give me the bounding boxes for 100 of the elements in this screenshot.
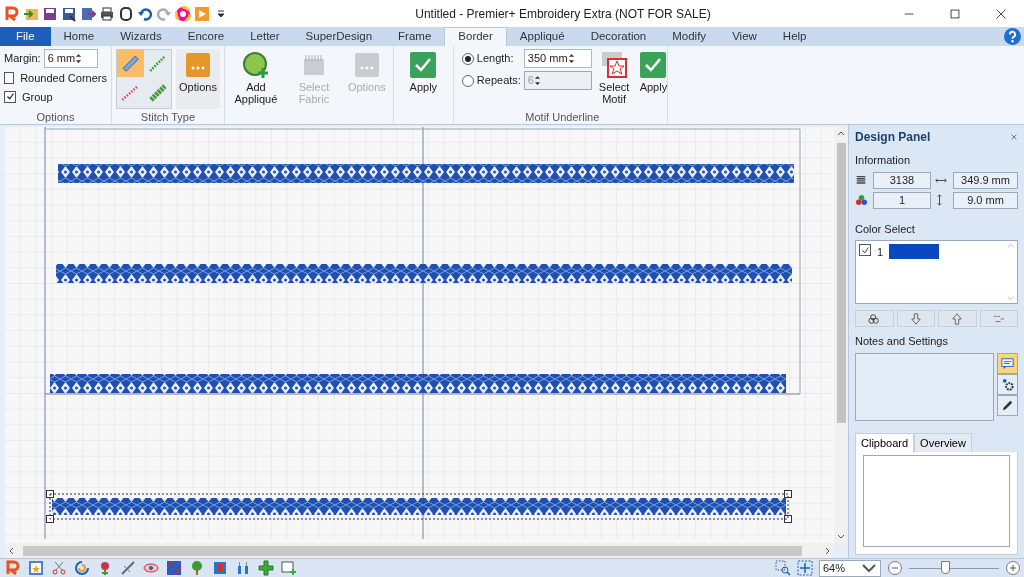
panel-tab[interactable]: Clipboard [855, 432, 915, 452]
close-icon[interactable] [1010, 133, 1018, 141]
checkmark-icon [5, 92, 15, 102]
margin-field[interactable]: 6 mm [43, 49, 98, 68]
color-number: 1 [877, 245, 884, 260]
more-options-icon [183, 51, 212, 79]
design-height: 9.0 mm [953, 191, 1018, 209]
ribbon-tab[interactable]: Wizards [107, 27, 175, 46]
height-arrow-icon [935, 194, 944, 206]
vertical-scrollbar[interactable] [834, 127, 848, 543]
section-label: Notes and Settings [855, 334, 949, 349]
spin-arrows-icon[interactable] [75, 53, 83, 64]
color-tool-button[interactable] [979, 310, 1018, 327]
radio-label: Repeats: [476, 73, 521, 89]
radio-button[interactable] [461, 52, 474, 65]
stitch-type-button[interactable] [117, 50, 144, 77]
notes-icon[interactable] [1000, 355, 1015, 371]
zoom-in-icon[interactable] [1005, 560, 1021, 576]
apply-button[interactable]: Apply [636, 49, 671, 109]
add-applique-icon [241, 51, 270, 79]
color-list[interactable]: 1 [855, 240, 1018, 304]
radio-button[interactable] [461, 74, 474, 87]
eye-icon[interactable] [143, 560, 159, 576]
settings-icon[interactable] [1000, 376, 1015, 392]
help-icon[interactable] [1004, 28, 1021, 45]
color-tool-button[interactable] [855, 310, 894, 327]
ribbon-tab[interactable]: Letter [237, 27, 293, 46]
export-icon[interactable] [80, 5, 96, 22]
ribbon-tab[interactable]: Appliqué [506, 27, 578, 46]
undo-icon[interactable] [137, 5, 153, 22]
apply-button[interactable]: Apply [406, 49, 441, 109]
ribbon-tab[interactable]: Encore [174, 27, 238, 46]
color-count: 1 [873, 191, 931, 209]
print-icon[interactable] [99, 5, 115, 22]
more-options-icon [352, 51, 381, 79]
length-field[interactable]: 350 mm [523, 49, 592, 68]
embroidery-border[interactable] [56, 264, 792, 283]
spin-arrows-icon[interactable] [533, 75, 541, 86]
ribbon-tab[interactable]: View [719, 27, 770, 46]
design-canvas[interactable] [5, 127, 832, 539]
embroidery-border[interactable] [58, 164, 794, 183]
color-tool-button[interactable] [896, 310, 935, 327]
ribbon-tab[interactable]: Help [769, 27, 820, 46]
motif-star-icon [600, 51, 629, 79]
hoop-icon[interactable] [118, 5, 134, 22]
save-icon[interactable] [42, 5, 58, 22]
add-design-icon[interactable] [281, 560, 297, 576]
group-label: Options [35, 110, 76, 124]
ribbon-tab[interactable]: Home [50, 27, 108, 46]
horizontal-scrollbar[interactable] [5, 543, 834, 558]
file-menu-tab[interactable]: File [0, 27, 51, 46]
logo-icon[interactable] [5, 560, 21, 576]
embroidery-border[interactable] [46, 490, 792, 523]
ribbon-tab[interactable]: Border [444, 27, 507, 46]
color-count-icon [855, 194, 868, 206]
zoom-to-selection-icon[interactable] [775, 560, 791, 576]
checkbox[interactable] [859, 244, 871, 256]
zoom-slider[interactable] [909, 560, 999, 576]
bottles-icon[interactable] [235, 560, 251, 576]
radio-label: Length: [476, 51, 515, 67]
swirl-icon[interactable] [74, 560, 90, 576]
section-label: Information [855, 153, 912, 168]
spin-arrows-icon[interactable] [567, 53, 575, 64]
slider-thumb[interactable] [941, 561, 951, 574]
pattern-icon[interactable] [166, 560, 182, 576]
ribbon-tab[interactable]: Modify [659, 27, 720, 46]
logo-icon[interactable] [4, 5, 20, 22]
checkbox-label: Rounded Corners [20, 71, 107, 86]
save-as-icon[interactable] [61, 5, 77, 22]
tree-icon[interactable] [189, 560, 205, 576]
stitch-count: 3138 [873, 171, 931, 189]
ribbon-tab[interactable]: Decoration [577, 27, 660, 46]
window-title: Untitled - Premier+ Embroidery Extra (NOT FOR SALE) [414, 5, 712, 23]
needle-icon[interactable] [120, 560, 136, 576]
embroidery-border[interactable] [50, 374, 786, 393]
maximize-icon[interactable] [948, 6, 962, 21]
select-motif-button[interactable]: Select Motif [595, 49, 633, 109]
ribbon-tab[interactable]: SuperDesign [292, 27, 386, 46]
checkmark-icon [639, 51, 668, 79]
color-match-icon [868, 312, 881, 325]
panel-title: Design Panel [855, 129, 931, 146]
color-wheel-icon[interactable] [175, 5, 191, 22]
checkbox[interactable] [4, 72, 15, 85]
scissors-icon[interactable] [51, 560, 67, 576]
color-tool-button[interactable] [938, 310, 977, 327]
checkmark-icon [860, 245, 870, 255]
plus-icon[interactable] [258, 560, 274, 576]
panel-tab[interactable]: Overview [914, 432, 972, 452]
thread-icon[interactable] [212, 560, 228, 576]
group-label: Stitch Type [139, 110, 197, 124]
zoom-to-fit-icon[interactable] [797, 560, 813, 576]
zoom-dropdown[interactable]: 64% [819, 559, 881, 577]
checkmark-icon [409, 51, 438, 79]
checkbox[interactable] [4, 90, 16, 103]
margin-label: Margin: [4, 51, 41, 67]
zoom-out-icon[interactable] [887, 560, 903, 576]
ribbon-tab[interactable]: Frame [385, 27, 445, 46]
add-applique-button[interactable]: Add Appliqué [228, 49, 283, 109]
options-button[interactable]: Options [176, 49, 220, 109]
move-down-icon [909, 312, 922, 325]
